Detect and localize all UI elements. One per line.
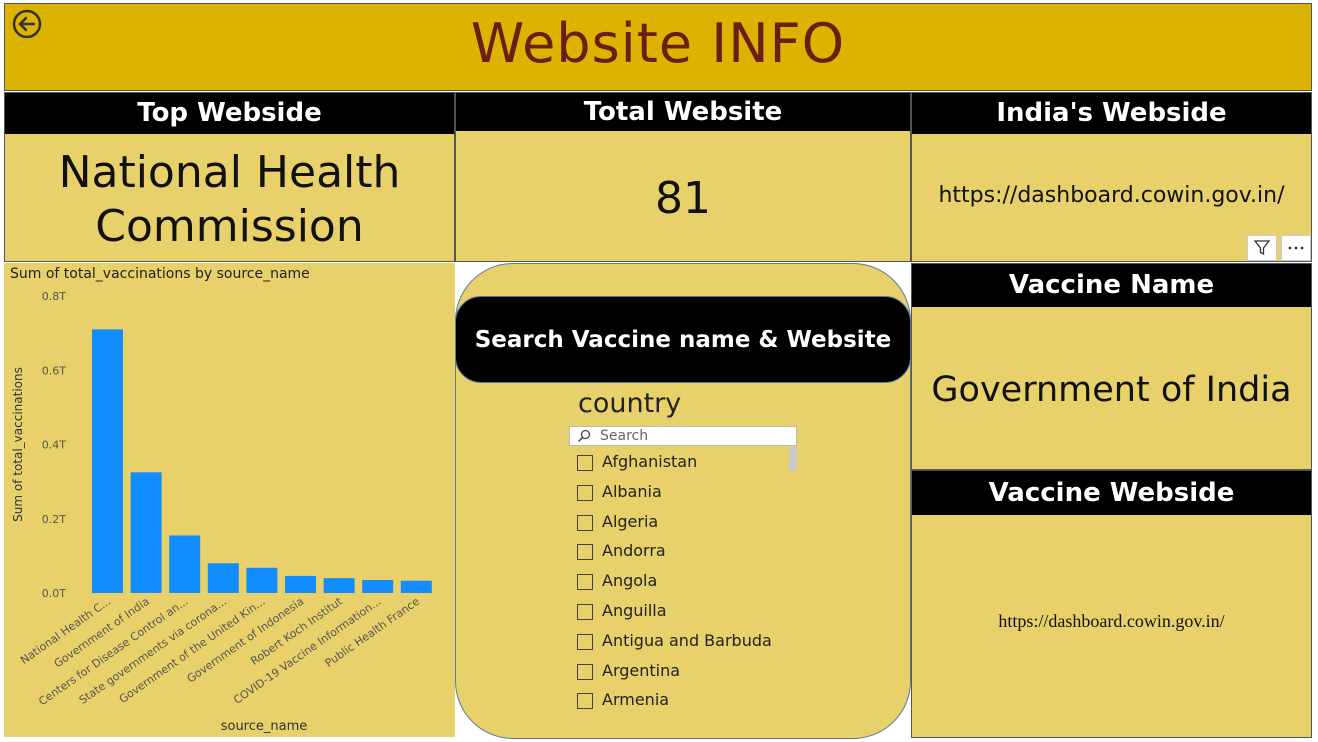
country-list-item[interactable]: Angola: [577, 570, 792, 600]
checkbox[interactable]: [577, 633, 593, 650]
vaccination-chart-card: Sum of total_vaccinations by source_name…: [4, 263, 455, 737]
checkbox[interactable]: [577, 663, 593, 680]
country-search-input[interactable]: Search: [569, 426, 797, 446]
india-website-value: https://dashboard.cowin.gov.in/: [938, 183, 1285, 208]
filter-icon: [1253, 240, 1271, 256]
india-website-header: India's Webside: [912, 93, 1311, 134]
country-list-item[interactable]: Algeria: [577, 511, 792, 541]
vaccine-name-card: Vaccine Name Government of India: [911, 263, 1312, 470]
search-placeholder: Search: [600, 428, 649, 444]
country-label: Angola: [602, 571, 658, 591]
country-list: Afghanistan Albania Algeria Andorra Angola An…: [577, 451, 792, 719]
country-label: Afghanistan: [602, 452, 698, 471]
country-label: Antigua and Barbuda: [602, 630, 772, 650]
country-list-item[interactable]: Anguilla: [577, 600, 792, 630]
page-title: Website INFO: [470, 12, 846, 75]
chart-bar[interactable]: [169, 535, 201, 593]
total-website-value: 81: [655, 173, 711, 224]
x-tick-label: Centers for Disease Control an...: [36, 595, 190, 708]
y-tick-label: 0.2T: [42, 513, 66, 526]
country-list-item[interactable]: Argentina: [577, 660, 792, 690]
checkbox[interactable]: [577, 693, 593, 710]
country-list-item[interactable]: Antigua and Barbuda: [577, 630, 792, 660]
y-tick-label: 0.4T: [42, 439, 66, 452]
country-label: Argentina: [602, 660, 681, 680]
country-list-item[interactable]: Afghanistan: [577, 451, 792, 481]
chart-bar[interactable]: [92, 329, 123, 593]
top-website-card: Top Webside National Health Commission: [4, 92, 455, 262]
vaccine-website-header: Vaccine Webside: [912, 471, 1311, 515]
filter-button[interactable]: [1247, 235, 1277, 261]
country-label: Armenia: [602, 690, 670, 710]
checkbox[interactable]: [577, 514, 593, 531]
x-axis-label: source_name: [221, 719, 308, 734]
country-slicer-title: country: [578, 388, 682, 419]
country-label: Albania: [602, 481, 662, 501]
vaccine-website-value: https://dashboard.cowin.gov.in/: [998, 611, 1225, 631]
chart-bar[interactable]: [400, 580, 432, 593]
vaccine-name-header: Vaccine Name: [912, 264, 1311, 307]
more-options-icon: [1288, 246, 1304, 250]
vaccine-website-card: Vaccine Webside https://dashboard.cowin.…: [911, 470, 1312, 738]
country-list-item[interactable]: Andorra: [577, 540, 792, 570]
search-icon: [577, 429, 591, 443]
country-label: Andorra: [602, 541, 666, 561]
checkbox[interactable]: [577, 544, 593, 561]
y-tick-label: 0.8T: [42, 290, 66, 303]
chart-bar[interactable]: [246, 567, 278, 593]
search-panel-title: Search Vaccine name & Website: [455, 296, 911, 383]
country-label: Algeria: [602, 511, 659, 531]
chart-bar[interactable]: [130, 472, 162, 593]
total-website-card: Total Website 81: [455, 92, 911, 262]
chart-bar[interactable]: [207, 563, 239, 593]
header-banner: Website INFO: [4, 3, 1312, 91]
checkbox[interactable]: [577, 603, 593, 620]
top-website-header: Top Webside: [5, 93, 454, 134]
more-options-button[interactable]: [1281, 235, 1311, 261]
y-axis-label: Sum of total_vaccinations: [11, 367, 25, 522]
chart-bar[interactable]: [362, 580, 394, 593]
checkbox[interactable]: [577, 574, 593, 591]
chart-bar[interactable]: [285, 575, 316, 593]
checkbox[interactable]: [577, 484, 593, 501]
country-list-item[interactable]: Albania: [577, 481, 792, 511]
top-website-value-line2: Commission: [95, 201, 364, 252]
country-label: Anguilla: [602, 600, 667, 620]
y-tick-label: 0.0T: [42, 587, 66, 600]
country-list-item[interactable]: Armenia: [577, 689, 792, 719]
top-website-value-line1: National Health: [58, 147, 401, 198]
chart-bar[interactable]: [323, 578, 355, 593]
total-website-header: Total Website: [456, 93, 910, 131]
vaccine-name-value: Government of India: [931, 370, 1292, 410]
vaccination-bar-chart: 0.0T 0.2T 0.4T 0.6T 0.8T Sum of total_vaccina…: [11, 290, 432, 734]
checkbox[interactable]: [577, 455, 593, 471]
y-tick-label: 0.6T: [42, 364, 66, 377]
